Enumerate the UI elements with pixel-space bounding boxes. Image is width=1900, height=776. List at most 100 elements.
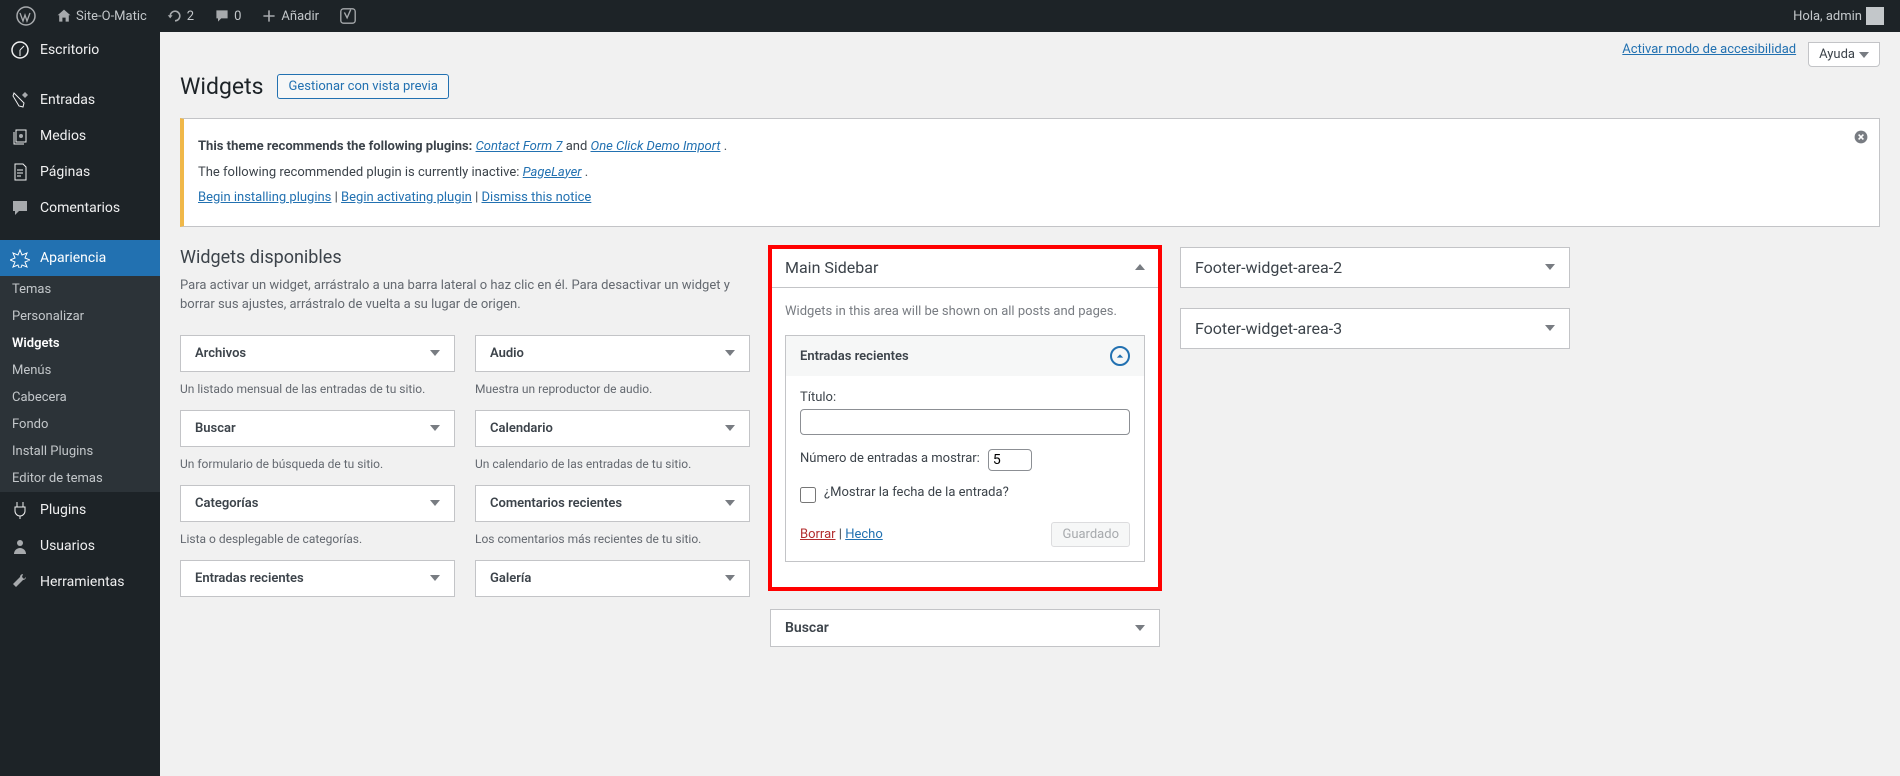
available-widget-desc: Un listado mensual de las entradas de tu… <box>180 380 455 398</box>
available-widget: CalendarioUn calendario de las entradas … <box>475 410 750 473</box>
menu-appearance[interactable]: Apariencia <box>0 240 160 276</box>
manage-preview-button[interactable]: Gestionar con vista previa <box>277 74 448 99</box>
chevron-down-icon <box>430 500 440 506</box>
available-widget-handle[interactable]: Audio <box>475 335 750 372</box>
chevron-down-icon <box>430 425 440 431</box>
menu-comments[interactable]: Comentarios <box>0 190 160 226</box>
admin-menu: Escritorio Entradas Medios Páginas Comen… <box>0 32 160 776</box>
widget-recent-posts: Entradas recientes Título: Número de ent… <box>785 335 1145 562</box>
available-widget-name: Archivos <box>195 346 246 361</box>
available-widget-name: Galería <box>490 571 531 586</box>
chevron-down-icon <box>1135 625 1145 631</box>
available-widget-handle[interactable]: Buscar <box>180 410 455 447</box>
sidebar-footer3-toggle[interactable]: Footer-widget-area-3 <box>1181 309 1569 348</box>
available-widget-handle[interactable]: Comentarios recientes <box>475 485 750 522</box>
plugin-link-cf7[interactable]: Contact Form 7 <box>476 139 563 154</box>
plugin-notice: This theme recommends the following plug… <box>180 118 1880 227</box>
available-widget-desc: Un formulario de búsqueda de tu sitio. <box>180 455 455 473</box>
available-widget-handle[interactable]: Galería <box>475 560 750 597</box>
sidebar-footer2: Footer-widget-area-2 <box>1180 247 1570 288</box>
yoast-icon[interactable] <box>331 0 365 32</box>
available-widget-handle[interactable]: Categorías <box>180 485 455 522</box>
available-widget-name: Categorías <box>195 496 258 511</box>
page-title: Widgets <box>180 73 263 100</box>
chevron-up-icon <box>1135 264 1145 270</box>
sub-background[interactable]: Fondo <box>0 411 160 438</box>
accessibility-mode-link[interactable]: Activar modo de accesibilidad <box>1622 42 1796 67</box>
sub-customize[interactable]: Personalizar <box>0 303 160 330</box>
available-widget-desc: Lista o desplegable de categorías. <box>180 530 455 548</box>
sub-widgets[interactable]: Widgets <box>0 330 160 357</box>
site-name-text: Site-O-Matic <box>76 9 147 24</box>
widget-search-toggle[interactable]: Buscar <box>771 610 1159 646</box>
chevron-down-icon <box>430 575 440 581</box>
widget-recent-posts-toggle[interactable]: Entradas recientes <box>786 336 1144 376</box>
add-new-link[interactable]: Añadir <box>253 0 327 32</box>
sidebar-main-desc: Widgets in this area will be shown on al… <box>785 302 1145 322</box>
sidebar-main-toggle[interactable]: Main Sidebar <box>771 248 1159 288</box>
comments-count: 0 <box>234 9 241 24</box>
widget-count-input[interactable] <box>988 449 1032 471</box>
wp-logo[interactable] <box>8 0 44 32</box>
available-widgets-desc: Para activar un widget, arrástralo a una… <box>180 276 750 315</box>
available-widget: Galería <box>475 560 750 597</box>
available-widget-desc: Muestra un reproductor de audio. <box>475 380 750 398</box>
sidebar-footer2-toggle[interactable]: Footer-widget-area-2 <box>1181 248 1569 287</box>
sub-install-plugins[interactable]: Install Plugins <box>0 438 160 465</box>
menu-posts[interactable]: Entradas <box>0 82 160 118</box>
chevron-down-icon <box>725 575 735 581</box>
begin-activate-link[interactable]: Begin activating plugin <box>341 190 472 205</box>
widget-saved-button: Guardado <box>1051 522 1130 547</box>
sidebar-main: Main Sidebar Widgets in this area will b… <box>770 247 1160 590</box>
help-button[interactable]: Ayuda <box>1808 42 1880 67</box>
menu-users[interactable]: Usuarios <box>0 528 160 564</box>
widget-title-label: Título: <box>800 390 1130 405</box>
chevron-down-icon <box>725 500 735 506</box>
sub-menus[interactable]: Menús <box>0 357 160 384</box>
dismiss-notice-link[interactable]: Dismiss this notice <box>482 190 592 205</box>
available-widget-handle[interactable]: Entradas recientes <box>180 560 455 597</box>
sub-header[interactable]: Cabecera <box>0 384 160 411</box>
chevron-down-icon <box>725 350 735 356</box>
user-greeting[interactable]: Hola, admin <box>1785 0 1892 32</box>
available-widget-handle[interactable]: Calendario <box>475 410 750 447</box>
available-widget-name: Buscar <box>195 421 236 436</box>
available-widget: Comentarios recientesLos comentarios más… <box>475 485 750 548</box>
menu-dashboard[interactable]: Escritorio <box>0 32 160 68</box>
collapse-icon <box>1110 346 1130 366</box>
menu-media[interactable]: Medios <box>0 118 160 154</box>
available-widget-name: Entradas recientes <box>195 571 304 586</box>
widget-delete-link[interactable]: Borrar <box>800 527 836 542</box>
chevron-down-icon <box>1545 264 1555 270</box>
widget-search-collapsed: Buscar <box>770 609 1160 647</box>
dismiss-notice-icon[interactable] <box>1853 129 1869 145</box>
plugin-link-pagelayer[interactable]: PageLayer <box>523 165 582 180</box>
available-widget-name: Calendario <box>490 421 553 436</box>
available-widget-handle[interactable]: Archivos <box>180 335 455 372</box>
plugin-link-ocdi[interactable]: One Click Demo Import <box>591 139 721 154</box>
widget-showdate-label: ¿Mostrar la fecha de la entrada? <box>824 485 1009 500</box>
sidebar-main-title: Main Sidebar <box>785 258 878 277</box>
greeting-text: Hola, admin <box>1793 9 1862 24</box>
submenu-appearance: Temas Personalizar Widgets Menús Cabecer… <box>0 276 160 492</box>
widget-showdate-checkbox[interactable] <box>800 487 816 503</box>
available-widget-name: Comentarios recientes <box>490 496 622 511</box>
begin-install-link[interactable]: Begin installing plugins <box>198 190 331 205</box>
sidebar-footer3: Footer-widget-area-3 <box>1180 308 1570 349</box>
chevron-down-icon <box>1859 52 1869 58</box>
sub-themes[interactable]: Temas <box>0 276 160 303</box>
menu-plugins[interactable]: Plugins <box>0 492 160 528</box>
available-widget: Entradas recientes <box>180 560 455 597</box>
available-widget: Archivos Un listado mensual de las entrad… <box>180 335 455 398</box>
widget-title-input[interactable] <box>800 409 1130 435</box>
menu-pages[interactable]: Páginas <box>0 154 160 190</box>
menu-tools[interactable]: Herramientas <box>0 564 160 600</box>
site-name-link[interactable]: Site-O-Matic <box>48 0 155 32</box>
updates-link[interactable]: 2 <box>159 0 202 32</box>
sub-theme-editor[interactable]: Editor de temas <box>0 465 160 492</box>
comments-link[interactable]: 0 <box>206 0 249 32</box>
avatar <box>1866 7 1884 25</box>
add-new-text: Añadir <box>281 9 319 24</box>
widget-done-link[interactable]: Hecho <box>845 527 883 542</box>
chevron-down-icon <box>430 350 440 356</box>
